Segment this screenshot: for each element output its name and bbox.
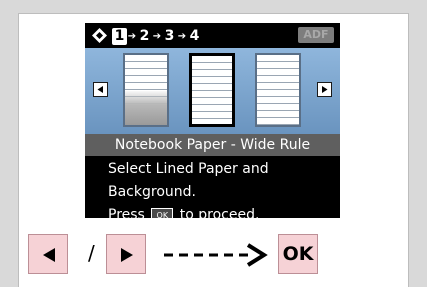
left-arrow-button[interactable] [28,234,68,274]
ok-button[interactable]: OK [278,234,318,274]
message-line-3: Press OK to proceed. [108,204,338,218]
step-3: 3 [164,27,175,44]
step-arrow-icon: ➔ [177,30,187,42]
message-line-1: Select Lined Paper and [108,161,269,177]
right-arrow-button[interactable] [106,234,146,274]
message-proceed: to proceed. [179,207,260,218]
triangle-left-icon [43,248,55,262]
carousel-next-button[interactable] [317,82,332,97]
lcd-screen: 1 ➔ 2 ➔ 3 ➔ 4 ADF Notebook Paper - Wide … [85,23,340,218]
or-separator: / [88,241,95,265]
thumbnail-lined-selected[interactable] [189,53,235,127]
thumbnail-photo-background[interactable] [123,53,169,127]
step-1: 1 [112,27,127,45]
instruction-message: Select Lined Paper and Background. Press… [108,158,338,218]
message-line-2: Background. [108,184,196,200]
background-photo [125,91,167,125]
adf-badge: ADF [298,27,334,43]
message-press: Press [108,207,145,218]
step-arrow-icon: ➔ [152,30,162,42]
triangle-right-icon [322,86,328,93]
selected-layout-caption: Notebook Paper - Wide Rule [85,134,340,156]
thumbnail-lined[interactable] [255,53,301,127]
step-bar: 1 ➔ 2 ➔ 3 ➔ 4 ADF [85,23,340,48]
ok-key-icon: OK [151,207,174,218]
mode-icon [92,28,107,43]
step-2: 2 [139,27,150,44]
step-arrow-icon: ➔ [127,30,137,42]
step-indicator: 1 ➔ 2 ➔ 3 ➔ 4 [112,26,202,46]
triangle-right-icon [121,248,133,262]
layout-carousel [85,48,340,134]
step-4: 4 [189,27,200,44]
dashed-arrow-icon [164,243,268,267]
triangle-left-icon [97,86,103,93]
carousel-prev-button[interactable] [93,82,108,97]
